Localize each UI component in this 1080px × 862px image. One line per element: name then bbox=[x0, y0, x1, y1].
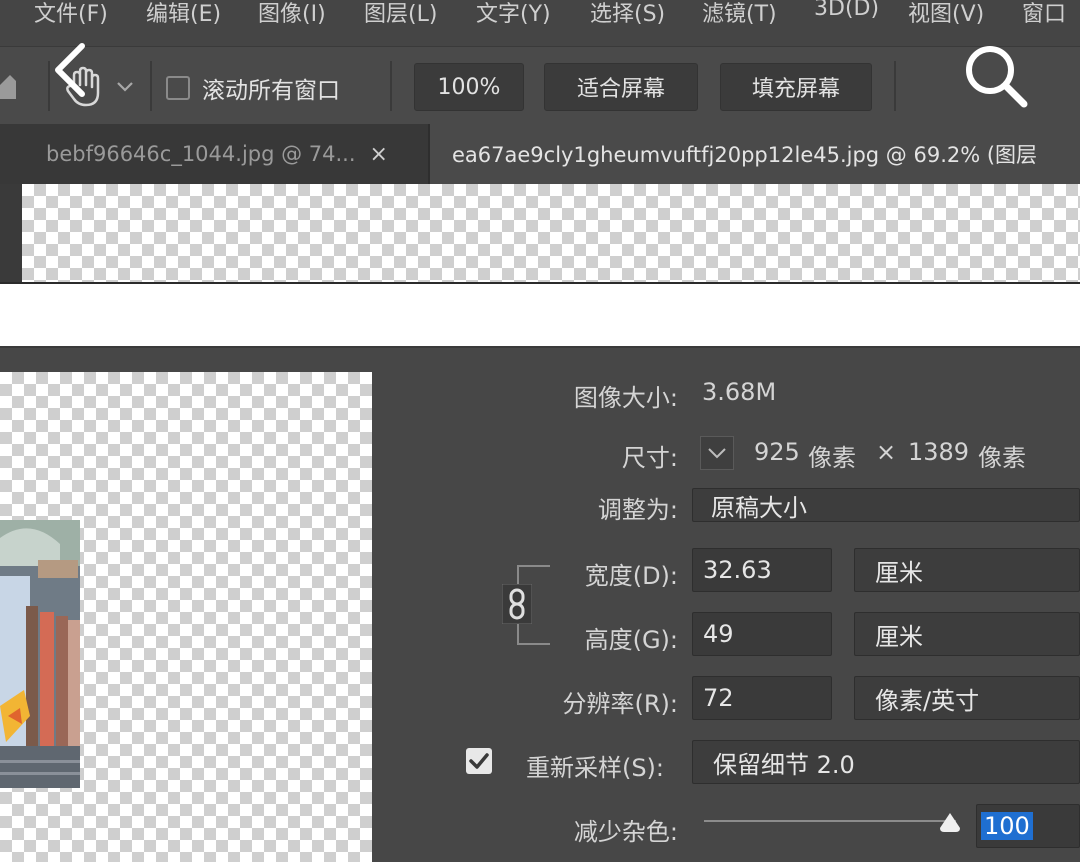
screen-gap bbox=[0, 284, 1080, 346]
menu-file[interactable]: 文件(F) bbox=[34, 0, 108, 28]
width-unit-dropdown[interactable]: 厘米 bbox=[854, 548, 1080, 592]
menu-edit[interactable]: 编辑(E) bbox=[146, 0, 221, 28]
menu-window[interactable]: 窗口 bbox=[1022, 0, 1066, 28]
resample-checkbox[interactable] bbox=[466, 748, 492, 774]
fit-to-dropdown[interactable]: 原稿大小 bbox=[692, 488, 1080, 522]
search-icon[interactable] bbox=[962, 42, 1034, 108]
image-size-label: 图像大小: bbox=[573, 384, 678, 412]
separator bbox=[390, 61, 392, 111]
dimensions-width-value: 925 bbox=[754, 438, 800, 466]
menu-type[interactable]: 文字(Y) bbox=[476, 0, 551, 28]
menu-view[interactable]: 视图(V) bbox=[908, 0, 984, 28]
tab-document-2[interactable]: ea67ae9cly1gheumvuftfj20pp12le45.jpg @ 6… bbox=[430, 124, 1080, 184]
chevron-down-icon bbox=[708, 448, 726, 459]
menu-filter[interactable]: 滤镜(T) bbox=[702, 0, 777, 28]
menu-layer[interactable]: 图层(L) bbox=[364, 0, 437, 28]
resolution-label: 分辨率(R): bbox=[562, 690, 679, 718]
back-icon[interactable] bbox=[50, 42, 90, 98]
reduce-noise-slider-track[interactable] bbox=[704, 820, 956, 822]
zoom-100-button[interactable]: 100% bbox=[414, 63, 524, 111]
menu-bar: 文件(F) 编辑(E) 图像(I) 图层(L) 文字(Y) 选择(S) 滤镜(T… bbox=[0, 0, 1080, 46]
tab-label: ea67ae9cly1gheumvuftfj20pp12le45.jpg @ 6… bbox=[452, 143, 1038, 167]
reduce-noise-value: 100 bbox=[981, 812, 1033, 840]
width-label: 宽度(D): bbox=[584, 562, 678, 590]
height-unit-dropdown[interactable]: 厘米 bbox=[854, 612, 1080, 656]
resolution-unit-dropdown[interactable]: 像素/英寸 bbox=[854, 676, 1080, 720]
chevron-down-icon[interactable] bbox=[116, 81, 134, 93]
dimensions-times-sign: × bbox=[876, 438, 897, 466]
dimensions-label: 尺寸: bbox=[621, 444, 678, 472]
link-icon[interactable] bbox=[502, 584, 532, 624]
resample-method-dropdown[interactable]: 保留细节 2.0 bbox=[692, 740, 1080, 784]
preview-photo-image bbox=[0, 520, 80, 788]
dimensions-unit-1: 像素 bbox=[808, 444, 856, 472]
height-input[interactable]: 49 bbox=[692, 612, 832, 656]
resolution-input[interactable]: 72 bbox=[692, 676, 832, 720]
separator bbox=[150, 61, 152, 111]
menu-select[interactable]: 选择(S) bbox=[590, 0, 665, 28]
dimensions-unit-2: 像素 bbox=[978, 444, 1026, 472]
scroll-all-windows-label: 滚动所有窗口 bbox=[202, 78, 340, 104]
menu-image[interactable]: 图像(I) bbox=[258, 0, 326, 28]
height-label: 高度(G): bbox=[584, 626, 678, 654]
fill-screen-button[interactable]: 填充屏幕 bbox=[720, 63, 872, 111]
menu-3d[interactable]: 3D(D) bbox=[814, 0, 879, 21]
left-panel-strip bbox=[0, 184, 22, 282]
separator bbox=[894, 61, 896, 111]
tab-document-1[interactable]: bebf96646c_1044.jpg @ 74... × bbox=[0, 124, 430, 184]
tab-close-icon[interactable]: × bbox=[370, 142, 388, 167]
fit-screen-button[interactable]: 适合屏幕 bbox=[544, 63, 698, 111]
options-bar: 滚动所有窗口 100% 适合屏幕 填充屏幕 bbox=[0, 46, 1080, 125]
canvas-transparent-area[interactable] bbox=[22, 184, 1080, 282]
dimensions-height-value: 1389 bbox=[908, 438, 970, 466]
tab-label: bebf96646c_1044.jpg @ 74... bbox=[46, 142, 356, 166]
scroll-all-windows-checkbox[interactable] bbox=[166, 76, 190, 100]
checkmark-icon bbox=[469, 753, 489, 769]
dimensions-unit-toggle[interactable] bbox=[700, 436, 734, 470]
reduce-noise-input[interactable]: 100 bbox=[976, 804, 1080, 848]
image-size-dialog: 图像大小: 3.68M 尺寸: 925 像素 × 1389 像素 调整为: 原稿… bbox=[0, 346, 1080, 862]
home-icon[interactable] bbox=[0, 73, 16, 101]
image-size-value: 3.68M bbox=[702, 378, 777, 406]
reduce-noise-slider-thumb[interactable] bbox=[938, 812, 962, 834]
resample-label: 重新采样(S): bbox=[525, 754, 664, 782]
fit-to-label: 调整为: bbox=[597, 496, 678, 524]
reduce-noise-label: 减少杂色: bbox=[573, 818, 678, 846]
width-input[interactable]: 32.63 bbox=[692, 548, 832, 592]
image-preview[interactable] bbox=[0, 372, 372, 862]
document-tab-bar: bebf96646c_1044.jpg @ 74... × ea67ae9cly… bbox=[0, 124, 1080, 184]
